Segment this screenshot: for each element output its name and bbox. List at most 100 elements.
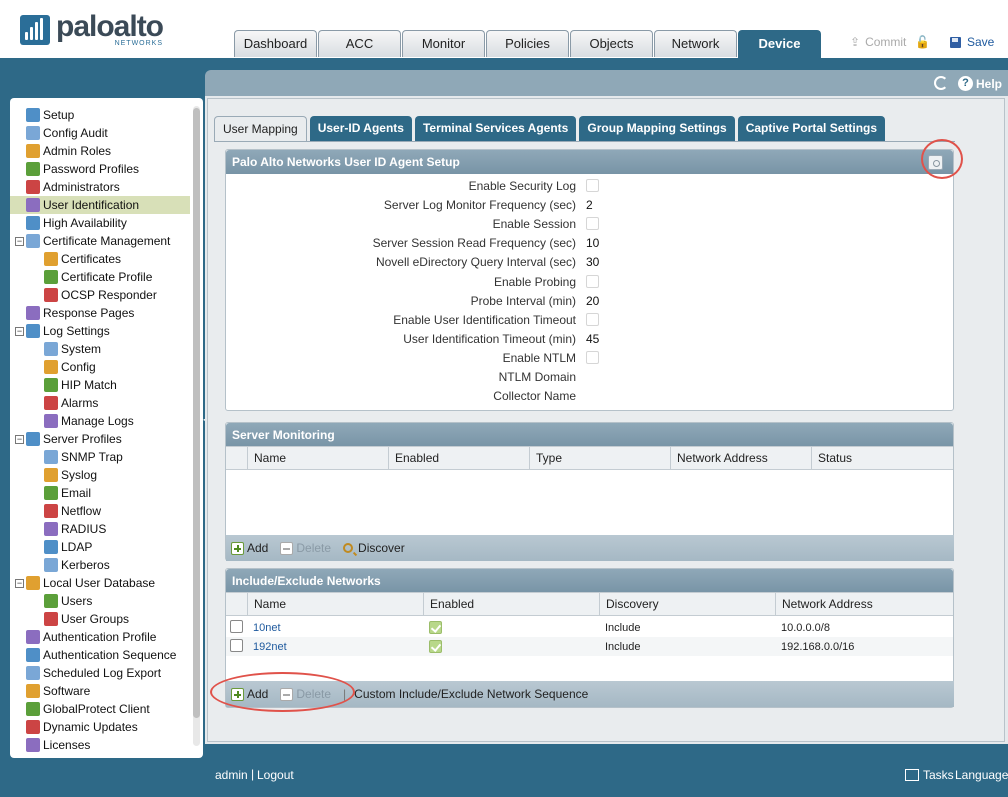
sidebar-item[interactable]: Alarms	[10, 394, 190, 412]
sidebar-item[interactable]: Password Profiles	[10, 160, 190, 178]
server-add-button[interactable]: Add	[231, 541, 268, 555]
tab-dashboard[interactable]: Dashboard	[234, 30, 317, 57]
tab-acc[interactable]: ACC	[318, 30, 401, 57]
sidebar-item[interactable]: RADIUS	[10, 520, 190, 538]
column-header-discovery[interactable]: Discovery	[599, 593, 775, 615]
certificate-profile-icon	[44, 270, 58, 284]
language-link[interactable]: Language	[955, 768, 1008, 782]
tasks-button[interactable]: Tasks	[905, 768, 954, 782]
sidebar-item-label: Admin Roles	[43, 144, 112, 158]
tree-expander-icon[interactable]: −	[15, 326, 24, 336]
sidebar-item[interactable]: Setup	[10, 106, 190, 124]
sidebar-item[interactable]: Email	[10, 484, 190, 502]
sidebar-item[interactable]: High Availability	[10, 214, 190, 232]
column-header-status[interactable]: Status	[811, 447, 953, 469]
column-header-enabled[interactable]: Enabled	[388, 447, 529, 469]
server-profiles-icon	[26, 432, 40, 446]
row-discovery: Include	[605, 640, 641, 653]
tab-network[interactable]: Network	[654, 30, 737, 57]
user-groups-icon	[44, 612, 58, 626]
sidebar-item[interactable]: Netflow	[10, 502, 190, 520]
server-add-label: Add	[247, 541, 269, 555]
sidebar-item[interactable]: Response Pages	[10, 304, 190, 322]
sidebar-item[interactable]: GlobalProtect Client	[10, 700, 190, 718]
sidebar-item[interactable]: − Local User Database	[10, 574, 190, 592]
tab-user-mapping[interactable]: User Mapping	[214, 116, 307, 142]
row-checkbox[interactable]	[230, 619, 243, 633]
tree-expander-icon[interactable]: −	[15, 434, 24, 444]
custom-sequence-button[interactable]: Custom Include/Exclude Network Sequence	[354, 687, 588, 701]
ocsp-responder-icon	[44, 288, 58, 302]
sidebar-item[interactable]: Config	[10, 358, 190, 376]
sidebar-scrollbar[interactable]	[193, 106, 200, 746]
row-name-link[interactable]: 192net	[247, 641, 423, 653]
sidebar-item-label: Authentication Profile	[43, 630, 157, 644]
sidebar-item[interactable]: HIP Match	[10, 376, 190, 394]
logout-link[interactable]: Logout	[257, 768, 294, 782]
sidebar-item[interactable]: Syslog	[10, 466, 190, 484]
sidebar-item[interactable]: Authentication Profile	[10, 628, 190, 646]
tab-objects[interactable]: Objects	[570, 30, 653, 57]
sidebar-item[interactable]: − Server Profiles	[10, 430, 190, 448]
setting-checkbox	[586, 274, 599, 288]
tab-monitor[interactable]: Monitor	[402, 30, 485, 57]
lock-icon[interactable]: 🔓	[915, 35, 930, 49]
column-header-enabled[interactable]: Enabled	[423, 593, 599, 615]
sidebar-item[interactable]: LDAP	[10, 538, 190, 556]
sidebar-item[interactable]: User Groups	[10, 610, 190, 628]
row-network-address: 10.0.0.0/8	[781, 621, 830, 634]
sidebar-item-label: Software	[43, 684, 91, 698]
sidebar-item[interactable]: Certificates	[10, 250, 190, 268]
row-name-link[interactable]: 10net	[247, 622, 423, 634]
setting-checkbox	[586, 312, 599, 326]
refresh-icon[interactable]	[934, 76, 948, 90]
save-button[interactable]: Save	[950, 35, 994, 49]
sidebar-item[interactable]: Dynamic Updates	[10, 718, 190, 736]
sidebar-item[interactable]: Licenses	[10, 736, 190, 754]
globalprotect-client-icon	[26, 702, 40, 716]
tab-terminal-services-agents[interactable]: Terminal Services Agents	[414, 116, 577, 141]
sidebar-item[interactable]: Software	[10, 682, 190, 700]
discover-label: Discover	[358, 541, 405, 555]
column-header-name[interactable]: Name	[247, 593, 423, 615]
server-delete-button[interactable]: Delete	[280, 541, 331, 555]
column-header-network-address[interactable]: Network Address	[775, 593, 953, 615]
setting-label: Enable Session	[492, 217, 576, 232]
sidebar-item[interactable]: Certificate Profile	[10, 268, 190, 286]
scheduled-log-export-icon	[26, 666, 40, 680]
help-button[interactable]: ? Help	[958, 76, 1002, 91]
tab-policies[interactable]: Policies	[486, 30, 569, 57]
sidebar-item[interactable]: − Log Settings	[10, 322, 190, 340]
sidebar-item[interactable]: Scheduled Log Export	[10, 664, 190, 682]
discover-button[interactable]: Discover	[343, 541, 405, 555]
table-row[interactable]: 10net Include 10.0.0.0/8	[226, 618, 953, 637]
tree-expander-icon[interactable]: −	[15, 236, 24, 246]
sidebar-item[interactable]: Authentication Sequence	[10, 646, 190, 664]
sidebar-item[interactable]: Admin Roles	[10, 142, 190, 160]
tab-group-mapping-settings[interactable]: Group Mapping Settings	[579, 116, 735, 141]
tree-expander-icon[interactable]: −	[15, 578, 24, 588]
local-user-database-icon	[26, 576, 40, 590]
tab-user-id-agents[interactable]: User-ID Agents	[309, 116, 412, 141]
sidebar-item[interactable]: Kerberos	[10, 556, 190, 574]
sidebar-item[interactable]: Manage Logs	[10, 412, 190, 430]
row-checkbox[interactable]	[230, 638, 243, 652]
sidebar-item[interactable]: Users	[10, 592, 190, 610]
sidebar-item[interactable]: SNMP Trap	[10, 448, 190, 466]
setting-value: 20	[586, 293, 600, 308]
commit-button[interactable]: ⇪ Commit	[850, 35, 906, 49]
table-row[interactable]: 192net Include 192.168.0.0/16	[226, 637, 953, 656]
sidebar-item[interactable]: System	[10, 340, 190, 358]
setting-row: Enable Probing	[225, 274, 625, 293]
column-header-network-address[interactable]: Network Address	[670, 447, 811, 469]
sidebar-item[interactable]: Config Audit	[10, 124, 190, 142]
column-header-type[interactable]: Type	[529, 447, 670, 469]
tab-captive-portal-settings[interactable]: Captive Portal Settings	[737, 116, 886, 141]
sidebar-scrollbar-thumb[interactable]	[193, 108, 200, 718]
sidebar-item[interactable]: OCSP Responder	[10, 286, 190, 304]
sidebar-item[interactable]: User Identification	[10, 196, 190, 214]
tab-device[interactable]: Device	[738, 30, 821, 58]
sidebar-item[interactable]: − Certificate Management	[10, 232, 190, 250]
sidebar-item[interactable]: Administrators	[10, 178, 190, 196]
column-header-name[interactable]: Name	[247, 447, 388, 469]
